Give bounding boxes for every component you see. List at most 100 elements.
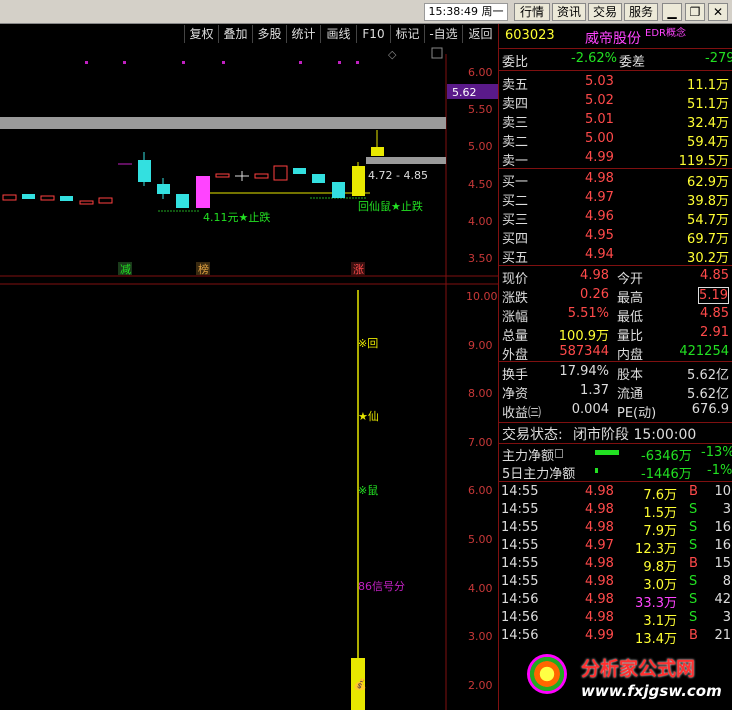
tick-side: S: [689, 592, 698, 607]
tick-count: 3: [722, 610, 731, 625]
close-icon[interactable]: ✕: [708, 3, 728, 21]
cap-value: 676.9: [691, 402, 729, 417]
kline-chart[interactable]: ◇ 6.00 5.50 5.00 4.50 4.00 3.50 5.62 4.7…: [0, 44, 498, 710]
concept-tag: EDR概念: [645, 28, 686, 39]
ind-axis-label: 8.00: [468, 387, 493, 400]
buy-orders: 买一 4.98 62.9万 买二 4.97 39.8万 买三 4.96 54.7万 买四 4.95 6…: [499, 169, 732, 266]
tick-price: 4.97: [585, 538, 614, 553]
axis-label: 5.00: [468, 140, 493, 153]
biaoji-button[interactable]: 标记: [390, 25, 424, 43]
watermark-url: www.fxjgsw.com: [581, 682, 722, 700]
tongji-button[interactable]: 统计: [286, 25, 320, 43]
tick-side: B: [689, 484, 698, 499]
flower-logo-icon: [527, 654, 567, 694]
status-value: 闭市阶段 15:00:00: [573, 427, 697, 443]
price-tag: 5.62: [452, 86, 477, 99]
buy-vol: 54.7万: [687, 213, 729, 228]
sell-price: 4.99: [585, 150, 614, 165]
tick-count: 21: [714, 628, 731, 643]
stat-label: 总量: [502, 329, 529, 344]
stat-value: 4.98: [580, 268, 609, 283]
tick-side: S: [689, 538, 698, 553]
tick-count: 16: [714, 538, 731, 553]
marker-zhang: 涨: [353, 263, 364, 276]
flow-pct: -13%: [701, 445, 732, 460]
flow-bar: [595, 450, 619, 455]
axis-label: 4.00: [468, 215, 493, 228]
fanhui-button[interactable]: 返回: [462, 25, 498, 43]
stat-value: 587344: [559, 344, 609, 359]
sell-price: 5.03: [585, 74, 614, 89]
tick-time: 14:55: [501, 556, 539, 571]
sell-label: 卖一: [502, 154, 529, 169]
diamond-icon: ◇: [388, 48, 397, 61]
buy-vol: 30.2万: [687, 251, 729, 266]
clock: 15:38:49 周一: [424, 3, 508, 21]
weibi-value: -2.62%: [571, 51, 617, 66]
title-bar: 15:38:49 周一 行情 资讯 交易 服务 ▁ ❐ ✕: [0, 0, 732, 24]
duogu-button[interactable]: 多股: [252, 25, 286, 43]
zoom-icon: [431, 47, 443, 59]
flow-value: -6346万: [641, 449, 692, 464]
zixun-button[interactable]: 资讯: [552, 3, 586, 21]
buy-vol: 69.7万: [687, 232, 729, 247]
tick-count: 15: [714, 556, 731, 571]
stat-label: 最低: [617, 310, 644, 325]
hangqing-button[interactable]: 行情: [514, 3, 550, 21]
cap-value: 1.37: [580, 383, 609, 398]
range-text: 4.72 - 4.85: [368, 169, 428, 182]
sell-vol: 11.1万: [687, 78, 729, 93]
watermark-title: 分析家公式网: [581, 658, 696, 680]
stat-value: 4.85: [700, 268, 729, 283]
tick-side: S: [689, 502, 698, 517]
zixuan-button[interactable]: -自选: [424, 25, 462, 43]
sell-price: 5.00: [585, 131, 614, 146]
marker-bang: 榜: [198, 262, 209, 276]
diejia-button[interactable]: 叠加: [218, 25, 252, 43]
sell-label: 卖三: [502, 116, 529, 131]
tick-time: 14:56: [501, 610, 539, 625]
buy-vol: 62.9万: [687, 175, 729, 190]
huaxian-button[interactable]: 画线: [320, 25, 356, 43]
stop-label-2: 回仙鼠★止跌: [358, 199, 423, 213]
tick-vol: 7.6万: [643, 488, 677, 503]
tick-price: 4.98: [585, 484, 614, 499]
flow5-pct: -1%: [707, 463, 732, 478]
buy-label: 买五: [502, 251, 529, 266]
tick-count: 42: [714, 592, 731, 607]
buy-price: 4.97: [585, 190, 614, 205]
ind-axis-label: 4.00: [468, 582, 493, 595]
weibi-label: 委比: [502, 55, 529, 70]
f10-button[interactable]: F10: [356, 25, 390, 43]
fuquan-button[interactable]: 复权: [184, 25, 218, 43]
jiaoyi-button[interactable]: 交易: [588, 3, 622, 21]
tick-side: S: [689, 520, 698, 535]
cap-label: 净资: [502, 387, 529, 402]
tick-side: S: [689, 610, 698, 625]
sell-vol: 59.4万: [687, 135, 729, 150]
stock-name[interactable]: 威帝股份: [585, 28, 641, 48]
tick-time: 14:55: [501, 502, 539, 517]
buy-label: 买三: [502, 213, 529, 228]
signal-hui: ※回: [358, 337, 378, 350]
tick-time: 14:56: [501, 592, 539, 607]
chart-toolbar: 复权 叠加 多股 统计 画线 F10 标记 -自选 返回: [0, 24, 498, 44]
signal-dots: [85, 61, 359, 64]
calculator-icon[interactable]: [555, 449, 563, 458]
tick-count: 3: [722, 502, 731, 517]
buy-price: 4.96: [585, 209, 614, 224]
stat-label: 最高: [617, 291, 644, 306]
flow5-bar: [595, 468, 598, 473]
stat-value: 4.85: [700, 306, 729, 321]
signal-shu: ※鼠: [358, 483, 378, 497]
stat-label: 现价: [502, 272, 529, 287]
ind-axis-label: 7.00: [468, 436, 493, 449]
tick-price: 4.98: [585, 592, 614, 607]
minimize-icon[interactable]: ▁: [662, 3, 682, 21]
tick-vol: 33.3万: [635, 596, 677, 611]
restore-icon[interactable]: ❐: [685, 3, 705, 21]
stat-value: 421254: [679, 344, 729, 359]
fuwu-button[interactable]: 服务: [624, 3, 658, 21]
stop-label: 4.11元★止跌: [203, 210, 270, 224]
capital-stats: 换手 17.94% 净资 1.37 收益㈢ 0.004 股本 5.62亿 流通 5.62亿 PE(动…: [499, 362, 732, 422]
